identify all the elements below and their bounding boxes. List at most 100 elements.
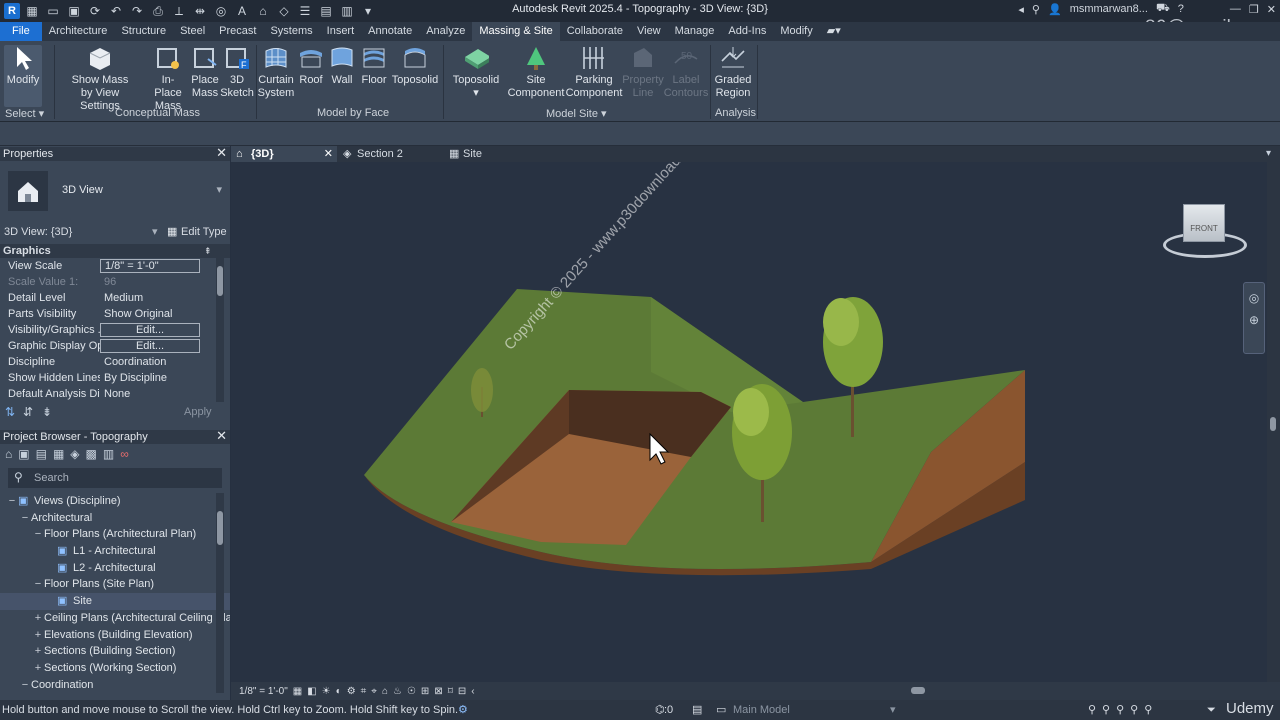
links-icon[interactable]: ▥ <box>103 447 114 461</box>
expand-toggle-icon[interactable]: + <box>32 610 44 627</box>
render-icon[interactable]: ⚙ <box>347 686 356 697</box>
view-scale-input[interactable]: 1/8" = 1'-0" <box>100 259 200 273</box>
parking-component-button[interactable]: Parking Component <box>566 45 622 100</box>
prop-row-visibility-graphics[interactable]: Visibility/Graphics ... Edit... <box>0 322 230 338</box>
tree-node[interactable]: + Ceiling Plans (Architectural Ceiling Pl… <box>0 610 230 627</box>
expand-toggle-icon[interactable]: − <box>32 576 44 593</box>
wall-by-face-button[interactable]: Wall <box>328 45 356 87</box>
tab-add-ins[interactable]: Add-Ins <box>721 22 773 41</box>
binoculars-icon[interactable]: ⚲ <box>1032 3 1040 16</box>
tree-node[interactable]: + Sections (Building Section) <box>0 643 230 660</box>
tab-manage[interactable]: Manage <box>668 22 722 41</box>
prop-value[interactable]: By Discipline <box>100 370 200 386</box>
graded-region-button[interactable]: Graded Region <box>713 45 753 100</box>
panel-model-site[interactable]: Model Site ▾ <box>546 107 607 120</box>
analysis-display-icon[interactable]: ⊠ <box>434 686 442 697</box>
tab-view[interactable]: View <box>630 22 668 41</box>
schedule-icon[interactable]: ▦ <box>53 447 64 461</box>
text-icon[interactable]: A <box>233 3 251 19</box>
tree-node[interactable]: − Floor Plans (Site Plan) <box>0 576 230 593</box>
prop-row-discipline[interactable]: Discipline Coordination <box>0 354 230 370</box>
design-options-icon[interactable]: ▤ <box>692 700 702 720</box>
roof-by-face-button[interactable]: Roof <box>297 45 325 87</box>
sort-icon[interactable]: ⇵ <box>23 405 33 419</box>
temp-hide-icon[interactable]: ♨ <box>393 686 402 697</box>
horizontal-scroll-thumb[interactable] <box>911 687 925 694</box>
property-line-button[interactable]: Property Line <box>620 45 666 100</box>
vg-edit-button[interactable]: Edit... <box>100 323 200 337</box>
viewcube-face[interactable]: FRONT <box>1183 204 1225 242</box>
close-icon[interactable]: ✕ <box>216 429 227 443</box>
minimize-icon[interactable]: — <box>1230 3 1241 15</box>
tab-insert[interactable]: Insert <box>320 22 362 41</box>
tree-node[interactable]: − Coordination <box>0 677 230 693</box>
tab-steel[interactable]: Steel <box>173 22 212 41</box>
close-hidden-icon[interactable]: ▤ <box>317 3 335 19</box>
revit-links-icon[interactable]: ∞ <box>120 447 129 461</box>
filter-icon[interactable]: ⏷ <box>1207 700 1216 720</box>
gdo-edit-button[interactable]: Edit... <box>100 339 200 353</box>
shadows-icon[interactable]: ◐ <box>336 686 342 697</box>
3d-viewport[interactable]: Copyright © 2025 - www.p30download.com F… <box>231 162 1267 682</box>
prop-value[interactable]: Medium <box>100 290 200 306</box>
worksharing-status-icon[interactable]: ⚙ <box>458 700 468 720</box>
tab-menu-icon[interactable]: ▾ <box>1266 146 1280 162</box>
edit-type-icon[interactable]: ▦ <box>167 223 177 241</box>
switch-windows-icon[interactable]: ▥ <box>338 3 356 19</box>
chevron-down-icon[interactable]: ▾ <box>890 700 896 720</box>
open-icon[interactable]: ▭ <box>44 3 62 19</box>
browser-scrollbar[interactable] <box>216 493 224 693</box>
type-selector[interactable]: 3D View ▾ <box>0 161 230 223</box>
thin-lines-icon[interactable]: ☰ <box>296 3 314 19</box>
edit-type-button[interactable]: Edit Type <box>181 223 227 241</box>
tree-node[interactable]: ▣ Site <box>0 593 230 610</box>
prop-row-parts-visibility[interactable]: Parts Visibility Show Original <box>0 306 230 322</box>
view-tab-3d[interactable]: ⌂ {3D} ✕ <box>231 146 337 162</box>
worksharing-icon[interactable]: ⊞ <box>421 686 429 697</box>
toposolid-button[interactable]: Toposolid ▾ <box>450 45 502 100</box>
home-view-icon[interactable]: ⌂ <box>5 447 12 461</box>
tab-modify[interactable]: Modify <box>773 22 819 41</box>
show-crop-icon[interactable]: ⌖ <box>371 686 377 697</box>
video-icon[interactable]: ▰▾ <box>820 22 848 41</box>
chevron-down-icon[interactable]: ▾ <box>152 223 158 241</box>
align-icon[interactable]: ⇹ <box>191 3 209 19</box>
chevron-left-icon[interactable]: ‹ <box>471 686 474 697</box>
home-icon[interactable]: ▦ <box>23 3 41 19</box>
collapse-icon[interactable]: ⇞ <box>204 244 212 258</box>
lock-3d-icon[interactable]: ⌂ <box>382 686 388 697</box>
chevron-down-icon[interactable]: ▾ <box>216 183 222 196</box>
model-canvas[interactable] <box>231 162 1267 682</box>
tab-analyze[interactable]: Analyze <box>419 22 472 41</box>
expand-toggle-icon[interactable]: − <box>19 510 31 527</box>
prop-value[interactable]: Show Original <box>100 306 200 322</box>
cart-icon[interactable]: ⛟ <box>1156 2 1170 16</box>
sheets-icon[interactable]: ▤ <box>36 447 47 461</box>
tree-node[interactable]: − Architectural <box>0 510 230 527</box>
measure-icon[interactable]: ⟂ <box>170 3 188 19</box>
panel-select[interactable]: Select ▾ <box>5 107 44 120</box>
zoom-icon[interactable]: ⊕ <box>1244 313 1264 327</box>
customize-qat-icon[interactable]: ▾ <box>359 3 377 19</box>
tab-massing-site[interactable]: Massing & Site <box>472 22 560 41</box>
chevron-left-icon[interactable]: ◂ <box>1018 3 1024 16</box>
curtain-system-button[interactable]: Curtain System <box>258 45 294 100</box>
tree-node[interactable]: + Sections (Working Section) <box>0 660 230 677</box>
expand-toggle-icon[interactable]: + <box>32 627 44 644</box>
view-tab-site[interactable]: ▦ Site <box>443 146 549 162</box>
groups-icon[interactable]: ▩ <box>86 447 97 461</box>
user-name[interactable]: msmmarwan8... <box>1070 3 1148 15</box>
tree-node[interactable]: + Elevations (Building Elevation) <box>0 627 230 644</box>
tree-node[interactable]: − Floor Plans (Architectural Plan) <box>0 526 230 543</box>
selection-filter-icons[interactable]: ⚲⚲⚲⚲⚲ <box>1088 700 1158 720</box>
reveal-hidden-icon[interactable]: ☉ <box>407 686 416 697</box>
apply-button[interactable]: Apply <box>184 406 212 418</box>
tag-icon[interactable]: ◎ <box>212 3 230 19</box>
prop-value[interactable]: Coordination <box>100 354 200 370</box>
user-icon[interactable]: 👤 <box>1048 3 1062 16</box>
modify-button[interactable]: Modify <box>4 45 42 107</box>
3d-sketch-button[interactable]: F 3D Sketch <box>220 45 254 100</box>
redo-icon[interactable]: ↷ <box>128 3 146 19</box>
in-place-mass-button[interactable]: In-Place Mass <box>148 45 188 113</box>
show-mass-button[interactable]: Show Mass by View Settings <box>62 45 138 113</box>
